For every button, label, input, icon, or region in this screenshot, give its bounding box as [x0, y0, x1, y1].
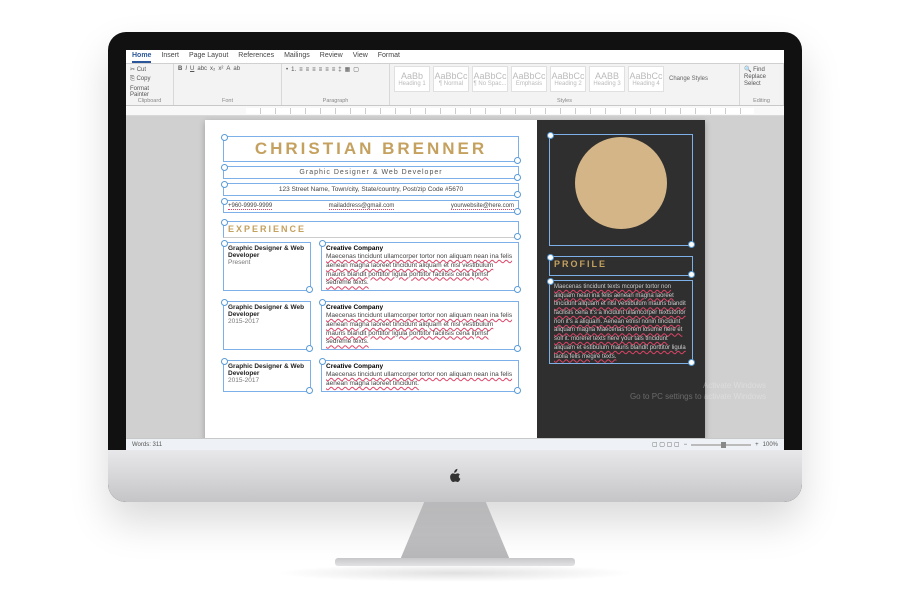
zoom-level[interactable]: 100%	[763, 442, 778, 448]
status-bar: Words: 311 ▢ ▢ ▢ ▢ − + 100%	[126, 438, 784, 450]
exp-meta-2[interactable]: Graphic Designer & Web Developer2015-201…	[223, 360, 311, 392]
find-button[interactable]: 🔍 Find	[744, 66, 765, 73]
tab-home[interactable]: Home	[132, 52, 151, 63]
numbering-button[interactable]: 1.	[291, 67, 296, 73]
style-5[interactable]: AABBHeading 3	[589, 66, 625, 92]
website-text: yourwebsite@here.com	[451, 203, 514, 210]
view-buttons[interactable]: ▢ ▢ ▢ ▢	[652, 441, 680, 448]
style-1[interactable]: AaBbCc¶ Normal	[433, 66, 469, 92]
contact-row[interactable]: +960-9999-9999 mailaddress@gmail.com you…	[223, 200, 519, 213]
align-center-button[interactable]: ≡	[319, 67, 323, 73]
horizontal-ruler[interactable]	[126, 106, 784, 116]
profile-text[interactable]: Maecenas tincidunt texts mcorper tortor …	[554, 283, 688, 361]
zoom-slider[interactable]	[691, 444, 751, 446]
font-color-button[interactable]: A	[226, 66, 230, 72]
editing-group: 🔍 Find Replace Select Editing	[740, 64, 784, 105]
font-label: Font	[178, 98, 277, 104]
line-spacing-button[interactable]: ‡	[338, 67, 341, 73]
underline-button[interactable]: U	[190, 66, 194, 72]
strike-button[interactable]: abc	[197, 66, 207, 72]
copy-button[interactable]: ⎘ Copy	[130, 76, 150, 83]
tab-mailings[interactable]: Mailings	[284, 52, 310, 63]
profile-heading[interactable]: PROFILE	[554, 259, 688, 269]
paragraph-label: Paragraph	[286, 98, 385, 104]
styles-group: AaBbHeading 1AaBbCc¶ NormalAaBbCc¶ No Sp…	[390, 64, 740, 105]
clipboard-group: ✂ Cut ⎘ Copy Format Painter Clipboard	[126, 64, 174, 105]
paragraph-group: • 1. ≡ ≡ ≡ ≡ ≡ ≡ ‡ ▦ ▢ Paragraph	[282, 64, 390, 105]
style-2[interactable]: AaBbCc¶ No Spac...	[472, 66, 508, 92]
style-0[interactable]: AaBbHeading 1	[394, 66, 430, 92]
imac-chin	[108, 450, 802, 502]
document-canvas[interactable]: CHRISTIAN BRENNER Graphic Designer & Web…	[126, 116, 784, 438]
tab-view[interactable]: View	[353, 52, 368, 63]
style-3[interactable]: AaBbCcEmphasis	[511, 66, 547, 92]
zoom-in-button[interactable]: +	[755, 442, 759, 448]
italic-button[interactable]: I	[185, 66, 187, 72]
tab-references[interactable]: References	[238, 52, 274, 63]
styles-label: Styles	[394, 98, 735, 104]
clipboard-label: Clipboard	[130, 98, 169, 104]
screen: Home Insert Page Layout References Maili…	[126, 50, 784, 450]
sidebar-panel: PROFILE Maecenas tincidunt texts mcorper…	[537, 120, 705, 438]
format-painter-button[interactable]: Format Painter	[130, 86, 169, 98]
exp-meta-1[interactable]: Graphic Designer & Web Developer2015-201…	[223, 301, 311, 350]
align-left-button[interactable]: ≡	[312, 67, 316, 73]
highlight-button[interactable]: ab	[233, 66, 240, 72]
tab-insert[interactable]: Insert	[161, 52, 179, 63]
select-button[interactable]: Select	[744, 81, 761, 87]
word-count[interactable]: Words: 311	[132, 442, 162, 448]
apple-logo-icon	[446, 467, 464, 485]
resume-subtitle[interactable]: Graphic Designer & Web Developer	[228, 169, 514, 176]
exp-meta-0[interactable]: Graphic Designer & Web DeveloperPresent	[223, 242, 311, 291]
resume-name[interactable]: CHRISTIAN BRENNER	[228, 139, 514, 159]
zoom-out-button[interactable]: −	[684, 442, 688, 448]
style-6[interactable]: AaBbCcHeading 4	[628, 66, 664, 92]
superscript-button[interactable]: x²	[218, 66, 223, 72]
subscript-button[interactable]: x₂	[210, 66, 215, 72]
exp-body-0[interactable]: Creative CompanyMaecenas tincidunt ullam…	[321, 242, 519, 291]
ribbon: ✂ Cut ⎘ Copy Format Painter Clipboard B …	[126, 64, 784, 106]
tab-format[interactable]: Format	[378, 52, 400, 63]
bold-button[interactable]: B	[178, 66, 182, 72]
shading-button[interactable]: ▦	[345, 66, 351, 73]
indent-inc-button[interactable]: ≡	[306, 67, 310, 73]
imac-monitor: Home Insert Page Layout References Maili…	[108, 32, 802, 502]
replace-button[interactable]: Replace	[744, 74, 766, 80]
cut-button[interactable]: ✂ Cut	[130, 66, 146, 73]
page: CHRISTIAN BRENNER Graphic Designer & Web…	[205, 120, 705, 438]
tab-review[interactable]: Review	[320, 52, 343, 63]
ribbon-tabs: Home Insert Page Layout References Maili…	[126, 50, 784, 64]
experience-heading[interactable]: EXPERIENCE	[223, 221, 519, 238]
resume-address[interactable]: 123 Street Name, Town/city, State/countr…	[228, 186, 514, 193]
font-group: B I U abc x₂ x² A ab Font	[174, 64, 282, 105]
borders-button[interactable]: ▢	[353, 66, 359, 73]
justify-button[interactable]: ≡	[332, 67, 336, 73]
exp-body-1[interactable]: Creative CompanyMaecenas tincidunt ullam…	[321, 301, 519, 350]
align-right-button[interactable]: ≡	[325, 67, 329, 73]
avatar-placeholder[interactable]	[575, 137, 667, 229]
bullets-button[interactable]: •	[286, 67, 288, 73]
email-text: mailaddress@gmail.com	[329, 203, 395, 210]
phone-text: +960-9999-9999	[228, 203, 272, 210]
editing-label: Editing	[744, 98, 779, 104]
change-styles-button[interactable]: Change Styles	[667, 74, 710, 84]
style-4[interactable]: AaBbCcHeading 2	[550, 66, 586, 92]
indent-dec-button[interactable]: ≡	[299, 67, 303, 73]
exp-body-2[interactable]: Creative CompanyMaecenas tincidunt ullam…	[321, 360, 519, 392]
tab-page-layout[interactable]: Page Layout	[189, 52, 228, 63]
